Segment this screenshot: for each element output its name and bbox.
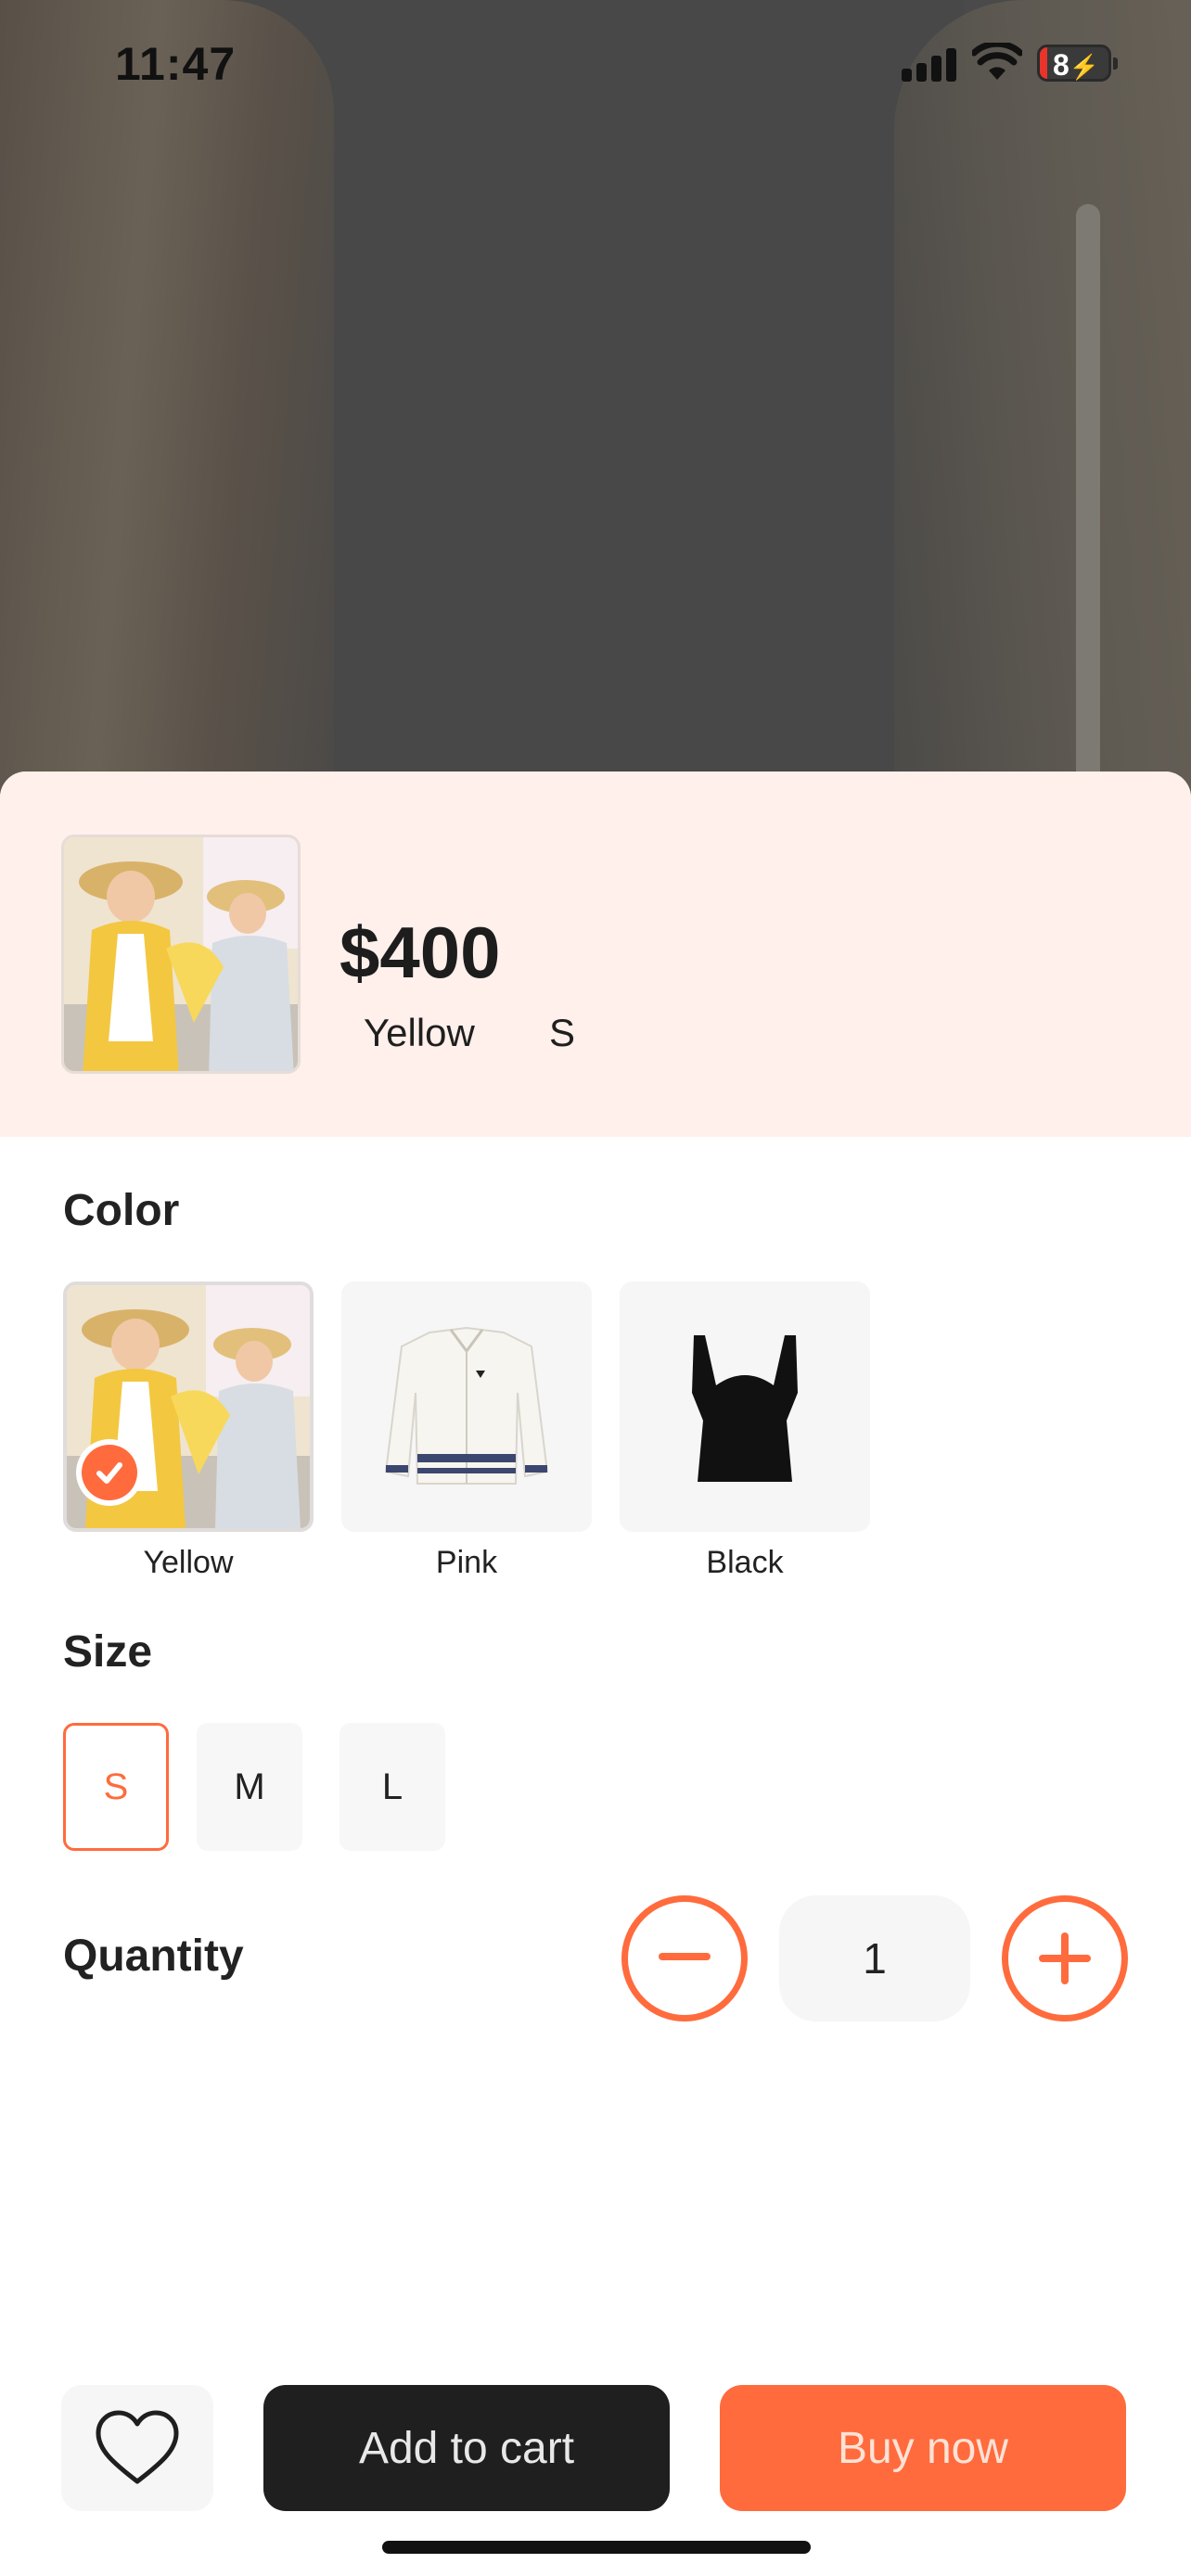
size-option-m[interactable]: M xyxy=(197,1723,302,1851)
color-section-title: Color xyxy=(63,1186,180,1235)
selected-product-thumbnail xyxy=(61,835,301,1074)
color-label-yellow: Yellow xyxy=(143,1545,234,1580)
product-photo-top xyxy=(620,1282,870,1532)
favorite-button[interactable] xyxy=(61,2385,213,2511)
status-time: 11:47 xyxy=(115,38,237,90)
add-to-cart-button[interactable]: Add to cart xyxy=(263,2385,670,2511)
product-price: $400 xyxy=(339,912,501,993)
product-options-sheet: $400 Yellow S Color Yellow Pink Black Si… xyxy=(0,772,1191,2576)
plus-icon xyxy=(1039,1932,1091,1984)
background-strip xyxy=(1076,204,1100,797)
battery-icon: 8⚡ xyxy=(1037,45,1118,82)
increase-quantity-button[interactable] xyxy=(1002,1895,1128,2021)
signal-icon xyxy=(902,48,957,82)
color-label-black: Black xyxy=(706,1545,784,1580)
color-option-pink[interactable] xyxy=(341,1282,592,1532)
battery-level: 8⚡ xyxy=(1053,48,1100,82)
product-photo-yellow xyxy=(64,837,298,1071)
size-option-s[interactable]: S xyxy=(63,1723,169,1851)
check-icon xyxy=(76,1439,143,1506)
decrease-quantity-button[interactable] xyxy=(621,1895,748,2021)
color-option-black[interactable] xyxy=(620,1282,870,1532)
home-indicator[interactable] xyxy=(382,2541,811,2554)
minus-icon xyxy=(659,1953,711,1960)
status-bar: 11:47 8⚡ xyxy=(0,0,1191,130)
quantity-value: 1 xyxy=(779,1895,970,2021)
product-photo-jacket xyxy=(341,1282,592,1532)
wifi-icon xyxy=(972,43,1022,80)
screen: 11:47 8⚡ $400 Yellow S Color Yellow Pink… xyxy=(0,0,1191,2576)
heart-icon xyxy=(96,2410,179,2484)
selected-size-label: S xyxy=(549,1011,576,1054)
size-section-title: Size xyxy=(63,1627,153,1677)
selected-color-label: Yellow xyxy=(364,1011,475,1054)
color-option-yellow[interactable] xyxy=(63,1282,314,1532)
selection-summary: $400 Yellow S xyxy=(0,772,1191,1137)
size-option-l[interactable]: L xyxy=(339,1723,445,1851)
quantity-section-title: Quantity xyxy=(63,1932,244,1981)
color-label-pink: Pink xyxy=(435,1545,498,1580)
buy-now-button[interactable]: Buy now xyxy=(720,2385,1126,2511)
